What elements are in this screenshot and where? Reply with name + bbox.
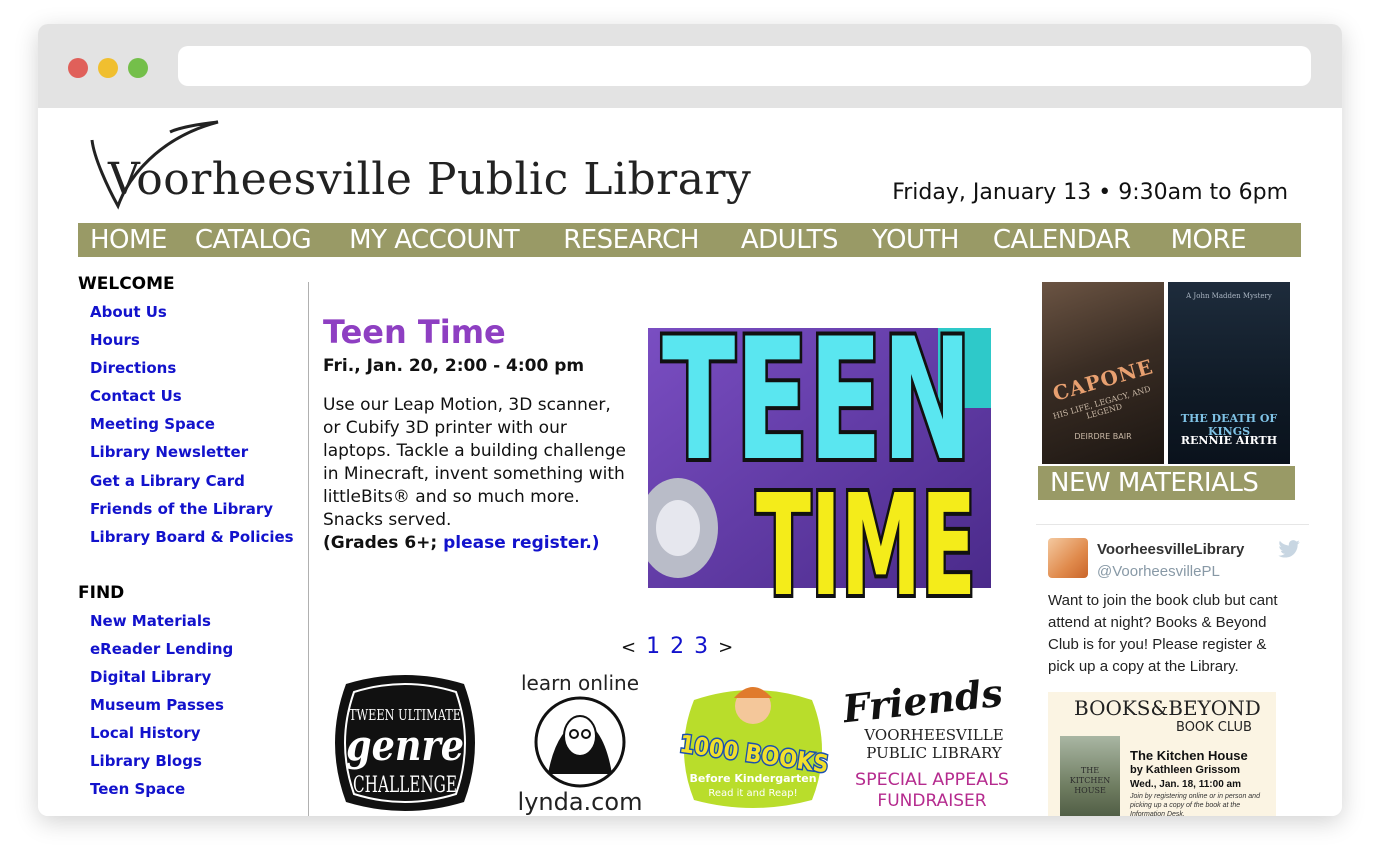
sidebar-item-digital-library[interactable]: Digital Library: [90, 667, 308, 695]
friends-fundraiser-badge[interactable]: Friends VOORHEESVILLE PUBLIC LIBRARY SPE…: [839, 670, 1014, 811]
slide-pager: < 1 2 3 >: [621, 634, 736, 659]
svg-text:Friends: Friends: [844, 670, 1005, 731]
club-book-title: The Kitchen House: [1130, 748, 1248, 763]
main-nav: HOME CATALOG MY ACCOUNT RESEARCH ADULTS …: [78, 223, 1301, 257]
logo-text: Voorheesville Public Library: [108, 154, 752, 205]
event-title[interactable]: Teen Time: [323, 314, 633, 350]
club-date: Wed., Jan. 18, 11:00 am: [1130, 779, 1241, 790]
1000-books-badge[interactable]: 1000 BOOKS Before Kindergarten Read it a…: [674, 670, 832, 810]
sidebar-item-teen-space[interactable]: Teen Space: [90, 779, 308, 807]
tween-genre-challenge-badge[interactable]: TWEEN ULTIMATE genre CHALLENGE: [326, 670, 484, 816]
pager-prev[interactable]: <: [621, 637, 636, 658]
svg-text:TIME: TIME: [756, 465, 976, 618]
nav-my-account[interactable]: MY ACCOUNT: [349, 223, 520, 257]
browser-chrome: [38, 24, 1342, 108]
club-title: BOOKS&BEYOND: [1074, 696, 1261, 720]
svg-text:FUNDRAISER: FUNDRAISER: [877, 791, 986, 810]
sidebar-item-new-materials[interactable]: New Materials: [90, 611, 308, 639]
nav-calendar[interactable]: CALENDAR: [993, 223, 1131, 257]
sidebar-item-meeting-space[interactable]: Meeting Space: [90, 414, 308, 442]
tween-badge-graphic: TWEEN ULTIMATE genre CHALLENGE: [335, 675, 475, 811]
avatar[interactable]: [1048, 538, 1088, 578]
sidebar-item-library-card[interactable]: Get a Library Card: [90, 471, 308, 499]
nav-adults[interactable]: ADULTS: [741, 223, 839, 257]
nav-more[interactable]: MORE: [1171, 223, 1247, 257]
sidebar-heading-welcome: WELCOME: [78, 274, 175, 294]
site-logo[interactable]: Voorheesville Public Library: [88, 118, 751, 210]
close-window-icon[interactable]: [68, 58, 88, 78]
book-author: RENNIE AIRTH: [1180, 434, 1278, 447]
club-book-author: by Kathleen Grissom: [1130, 764, 1241, 776]
sidebar-heading-find: FIND: [78, 582, 125, 603]
club-subtitle: BOOK CLUB: [1176, 720, 1252, 735]
pager-next[interactable]: >: [718, 637, 733, 658]
book-cover-death-of-kings[interactable]: A John Madden Mystery THE DEATH OF KINGS…: [1168, 282, 1290, 464]
book-series: A John Madden Mystery: [1186, 292, 1272, 300]
sidebar-divider: [308, 282, 309, 816]
nav-home[interactable]: HOME: [90, 223, 167, 257]
sidebar-item-museum-passes[interactable]: Museum Passes: [90, 695, 308, 723]
twitter-bird-icon[interactable]: [1278, 540, 1300, 558]
svg-text:VOORHEESVILLE: VOORHEESVILLE: [863, 726, 1003, 744]
1000-books-graphic: 1000 BOOKS Before Kindergarten Read it a…: [676, 687, 832, 808]
new-materials-banner[interactable]: NEW MATERIALS: [1038, 466, 1295, 500]
twitter-separator: [1036, 524, 1309, 525]
pager-page-3[interactable]: 3: [694, 634, 708, 659]
sidebar-item-board-policies[interactable]: Library Board & Policies: [90, 527, 308, 555]
sidebar-item-library-newsletter[interactable]: Library Newsletter: [90, 442, 308, 470]
event-grades-text: (Grades 6+;: [323, 533, 444, 553]
browser-window: Voorheesville Public Library Friday, Jan…: [38, 24, 1342, 816]
lynda-badge-graphic: learn online lynda.com: [518, 671, 643, 816]
sidebar-find-list: New Materials eReader Lending Digital Li…: [90, 611, 308, 808]
event-grades: (Grades 6+; please register.): [323, 532, 633, 555]
club-book-cover-title: THE KITCHEN HOUSE: [1069, 766, 1111, 795]
hours-today: Friday, January 13 • 9:30am to 6pm: [892, 180, 1288, 205]
tweet-author-name[interactable]: VoorheesvilleLibrary: [1097, 541, 1244, 558]
sidebar-item-about-us[interactable]: About Us: [90, 302, 308, 330]
club-note: Join by registering online or in person …: [1130, 793, 1260, 816]
sidebar-item-friends[interactable]: Friends of the Library: [90, 499, 308, 527]
svg-text:SPECIAL APPEALS: SPECIAL APPEALS: [855, 770, 1009, 790]
teen-time-graphic: TEEN TIME: [638, 298, 991, 632]
tweet-text: Want to join the book club but cant atte…: [1048, 592, 1278, 675]
svg-text:Read it and Reap!: Read it and Reap!: [708, 788, 797, 799]
svg-text:CHALLENGE: CHALLENGE: [353, 773, 457, 798]
new-materials-covers: CAPONE HIS LIFE, LEGACY, AND LEGEND DEIR…: [1042, 282, 1291, 466]
sidebar-item-hours[interactable]: Hours: [90, 330, 308, 358]
sidebar-item-local-history[interactable]: Local History: [90, 723, 308, 751]
lynda-badge[interactable]: learn online lynda.com: [508, 670, 653, 816]
address-bar[interactable]: [178, 46, 1311, 86]
sidebar-item-directions[interactable]: Directions: [90, 358, 308, 386]
sidebar-welcome-list: About Us Hours Directions Contact Us Mee…: [90, 302, 308, 555]
friends-fundraiser-graphic: Friends VOORHEESVILLE PUBLIC LIBRARY SPE…: [839, 670, 1009, 811]
nav-catalog[interactable]: CATALOG: [195, 223, 312, 257]
minimize-window-icon[interactable]: [98, 58, 118, 78]
featured-event: Teen Time Fri., Jan. 20, 2:00 - 4:00 pm …: [323, 314, 633, 555]
club-book-cover: THE KITCHEN HOUSE: [1060, 736, 1120, 816]
pager-page-2[interactable]: 2: [670, 634, 684, 659]
svg-text:learn online: learn online: [521, 671, 639, 695]
sidebar-item-ereader[interactable]: eReader Lending: [90, 639, 308, 667]
web-page: Voorheesville Public Library Friday, Jan…: [38, 108, 1342, 816]
maximize-window-icon[interactable]: [128, 58, 148, 78]
event-date: Fri., Jan. 20, 2:00 - 4:00 pm: [323, 356, 585, 376]
book-cover-capone[interactable]: CAPONE HIS LIFE, LEGACY, AND LEGEND DEIR…: [1042, 282, 1164, 464]
svg-text:genre: genre: [346, 721, 464, 770]
nav-research[interactable]: RESEARCH: [563, 223, 699, 257]
teen-time-image[interactable]: TEEN TIME: [638, 278, 991, 632]
tweet-author-handle[interactable]: @VoorheesvillePL: [1097, 563, 1220, 580]
sidebar: WELCOME About Us Hours Directions Contac…: [78, 274, 308, 808]
pager-page-1[interactable]: 1: [646, 634, 660, 659]
book-club-image[interactable]: BOOKS&BEYOND BOOK CLUB THE KITCHEN HOUSE…: [1048, 692, 1276, 816]
sidebar-item-contact-us[interactable]: Contact Us: [90, 386, 308, 414]
svg-text:Before Kindergarten: Before Kindergarten: [689, 772, 816, 785]
event-description: Use our Leap Motion, 3D scanner, or Cubi…: [323, 395, 627, 530]
nav-youth[interactable]: YOUTH: [872, 223, 959, 257]
svg-text:lynda.com: lynda.com: [518, 788, 643, 816]
book-author: DEIRDRE BAIR: [1074, 432, 1132, 441]
svg-text:PUBLIC LIBRARY: PUBLIC LIBRARY: [866, 744, 1002, 762]
sidebar-item-library-blogs[interactable]: Library Blogs: [90, 751, 308, 779]
register-link[interactable]: please register.): [443, 533, 599, 553]
